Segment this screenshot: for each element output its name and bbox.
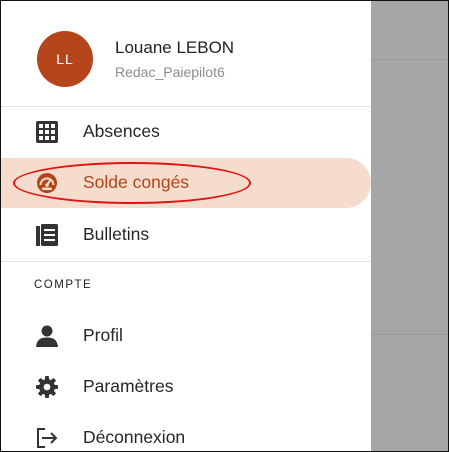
avatar-initials: LL [56,51,74,67]
menu-item-label: Déconnexion [83,427,186,447]
menu-item-deconnexion[interactable]: Déconnexion [1,413,371,451]
user-name: Louane LEBON [115,38,235,57]
overlay-divider [371,59,448,60]
overlay-divider [371,334,448,335]
person-icon [36,325,58,347]
user-subtitle: Redac_Paiepilot6 [115,64,225,80]
menu-item-bulletins[interactable]: Bulletins [1,210,371,260]
drawer-header: LL Louane LEBON Redac_Paiepilot6 [1,1,371,106]
scrim-overlay[interactable] [371,1,448,451]
menu-item-label: Absences [83,121,160,141]
section-header-compte: COMPTE [34,279,93,291]
document-icon [36,224,58,246]
menu-item-parametres[interactable]: Paramètres [1,362,371,412]
menu-item-absences[interactable]: Absences [1,107,371,157]
menu-item-label: Solde congés [83,172,190,192]
app-frame: LL Louane LEBON Redac_Paiepilot6 Absence… [0,0,449,452]
menu-item-label: Paramètres [83,376,174,396]
gauge-icon [36,172,58,194]
menu-item-label: Bulletins [83,224,150,244]
logout-icon [36,427,58,449]
menu-item-profil[interactable]: Profil [1,311,371,361]
menu-item-solde-conges[interactable]: Solde congés [1,158,371,208]
gear-icon [36,376,58,398]
section-divider [1,261,371,262]
grid-icon [36,121,58,143]
avatar: LL [37,31,93,87]
navigation-drawer: LL Louane LEBON Redac_Paiepilot6 Absence… [1,1,371,451]
menu-item-label: Profil [83,325,123,345]
